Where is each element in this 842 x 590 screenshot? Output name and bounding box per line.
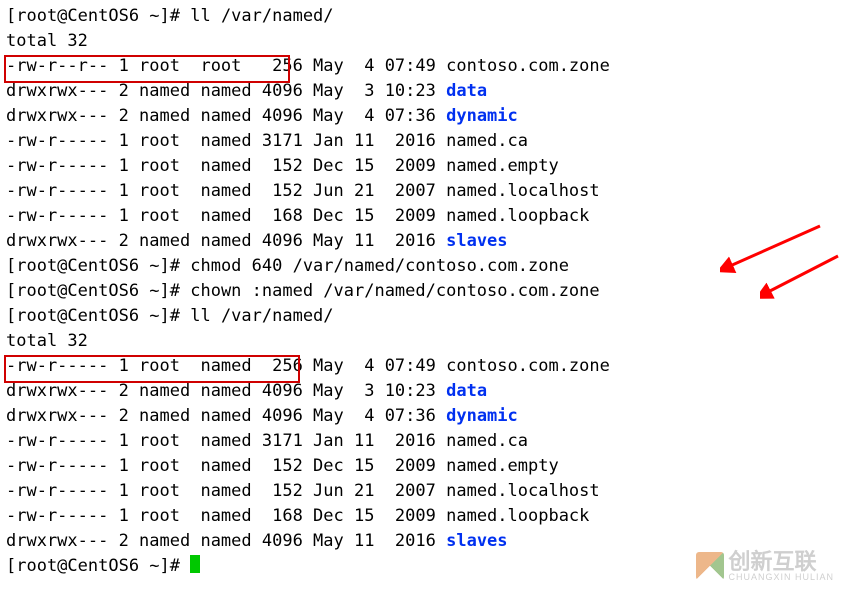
directory-name: dynamic xyxy=(446,406,518,426)
watermark-text: 创新互联 xyxy=(728,549,816,574)
watermark: 创新互联 CHUANGXIN HULIAN xyxy=(696,549,834,582)
watermark-logo-icon xyxy=(696,552,724,580)
ls-row: -rw-r----- 1 root named 152 Dec 15 2009 … xyxy=(6,154,836,179)
shell-prompt: [root@CentOS6 ~]# xyxy=(6,281,190,301)
file-name: named.ca xyxy=(446,131,528,151)
ls-row: drwxrwx--- 2 named named 4096 May 4 07:3… xyxy=(6,404,836,429)
command-text: ll /var/named/ xyxy=(190,6,333,26)
directory-name: data xyxy=(446,381,487,401)
ls-row: -rw-r----- 1 root named 3171 Jan 11 2016… xyxy=(6,129,836,154)
shell-prompt: [root@CentOS6 ~]# xyxy=(6,306,190,326)
terminal-output: [root@CentOS6 ~]# ll /var/named/total 32… xyxy=(6,4,836,579)
file-name: named.empty xyxy=(446,456,559,476)
ls-row: -rw-r--r-- 1 root root 256 May 4 07:49 c… xyxy=(6,54,836,79)
directory-name: data xyxy=(446,81,487,101)
total-line: total 32 xyxy=(6,29,836,54)
directory-name: dynamic xyxy=(446,106,518,126)
total-line: total 32 xyxy=(6,329,836,354)
prompt-line[interactable]: [root@CentOS6 ~]# ll /var/named/ xyxy=(6,304,836,329)
ls-row: -rw-r----- 1 root named 256 May 4 07:49 … xyxy=(6,354,836,379)
cursor xyxy=(190,555,200,573)
ls-row: -rw-r----- 1 root named 168 Dec 15 2009 … xyxy=(6,504,836,529)
file-name: named.localhost xyxy=(446,481,600,501)
shell-prompt: [root@CentOS6 ~]# xyxy=(6,6,190,26)
directory-name: slaves xyxy=(446,531,507,551)
ls-row: -rw-r----- 1 root named 3171 Jan 11 2016… xyxy=(6,429,836,454)
file-name: named.localhost xyxy=(446,181,600,201)
ls-row: -rw-r----- 1 root named 152 Dec 15 2009 … xyxy=(6,454,836,479)
ls-row: -rw-r----- 1 root named 152 Jun 21 2007 … xyxy=(6,179,836,204)
command-text: ll /var/named/ xyxy=(190,306,333,326)
watermark-subtext: CHUANGXIN HULIAN xyxy=(728,572,834,582)
file-name: named.loopback xyxy=(446,506,589,526)
file-name: named.empty xyxy=(446,156,559,176)
ls-row: -rw-r----- 1 root named 168 Dec 15 2009 … xyxy=(6,204,836,229)
shell-prompt: [root@CentOS6 ~]# xyxy=(6,256,190,276)
file-name: contoso.com.zone xyxy=(446,356,610,376)
ls-row: drwxrwx--- 2 named named 4096 May 11 201… xyxy=(6,229,836,254)
file-name: contoso.com.zone xyxy=(446,56,610,76)
command-text: chown :named /var/named/contoso.com.zone xyxy=(190,281,599,301)
file-name: named.ca xyxy=(446,431,528,451)
prompt-line[interactable]: [root@CentOS6 ~]# ll /var/named/ xyxy=(6,4,836,29)
ls-row: drwxrwx--- 2 named named 4096 May 4 07:3… xyxy=(6,104,836,129)
file-name: named.loopback xyxy=(446,206,589,226)
command-text: chmod 640 /var/named/contoso.com.zone xyxy=(190,256,569,276)
prompt-line[interactable]: [root@CentOS6 ~]# chmod 640 /var/named/c… xyxy=(6,254,836,279)
ls-row: -rw-r----- 1 root named 152 Jun 21 2007 … xyxy=(6,479,836,504)
shell-prompt: [root@CentOS6 ~]# xyxy=(6,556,190,576)
ls-row: drwxrwx--- 2 named named 4096 May 3 10:2… xyxy=(6,79,836,104)
ls-row: drwxrwx--- 2 named named 4096 May 3 10:2… xyxy=(6,379,836,404)
directory-name: slaves xyxy=(446,231,507,251)
prompt-line[interactable]: [root@CentOS6 ~]# chown :named /var/name… xyxy=(6,279,836,304)
